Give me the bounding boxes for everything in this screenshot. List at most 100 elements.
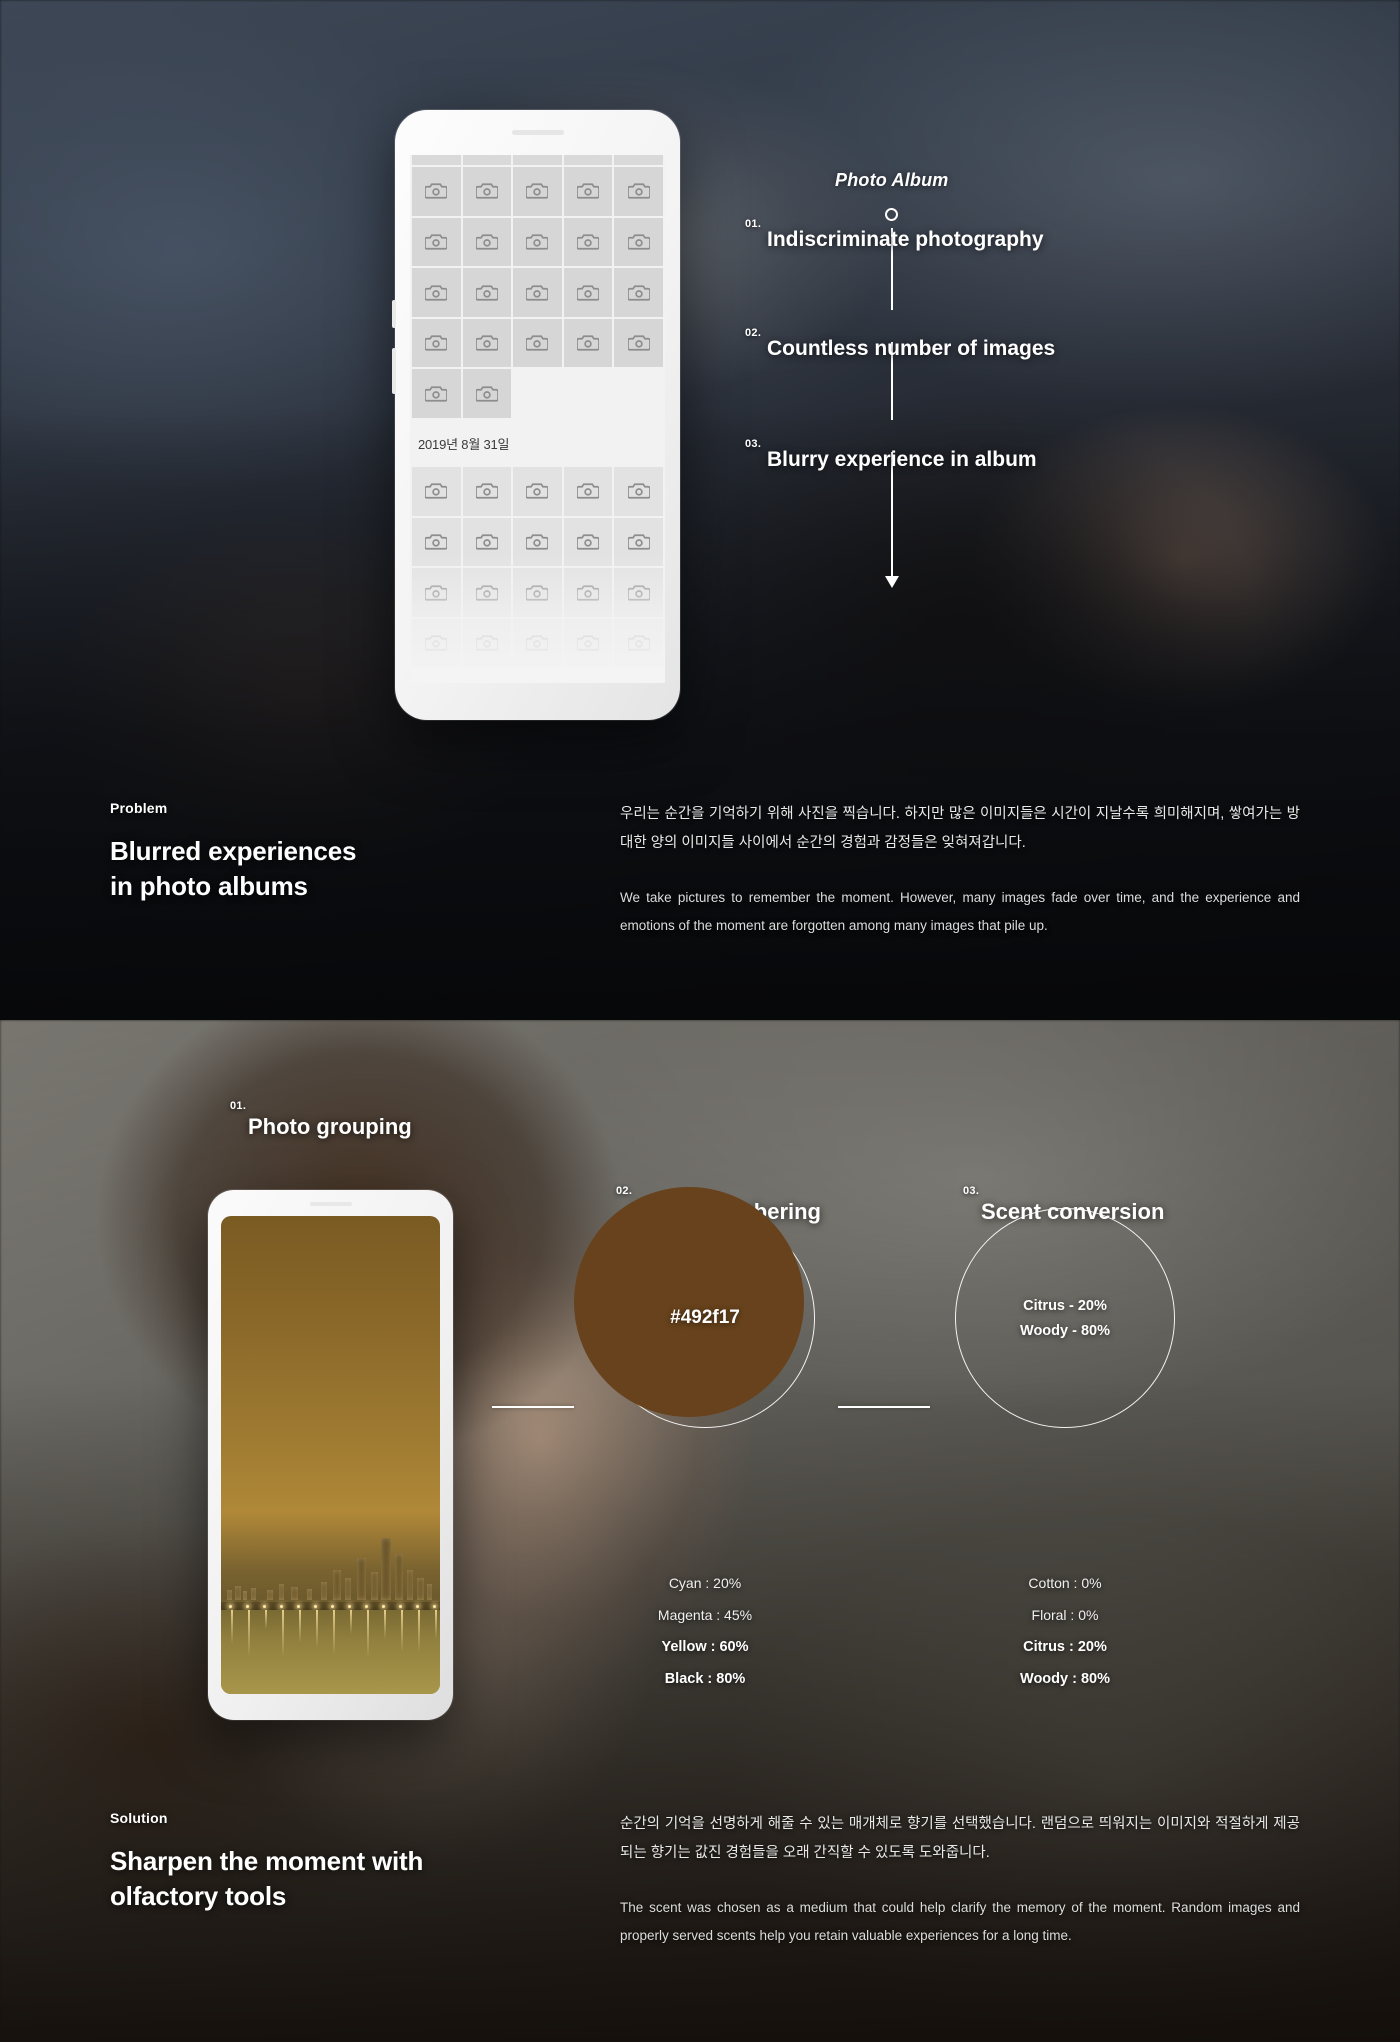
- camera-icon: [627, 284, 650, 301]
- phone-mockup-photo: [208, 1190, 453, 1720]
- album-photo-cell[interactable]: [614, 517, 663, 567]
- album-photo-cell[interactable]: [563, 167, 613, 216]
- callout-label: Indiscriminate photography: [767, 228, 1044, 251]
- step-number: 01.: [230, 1100, 247, 1112]
- camera-icon: [526, 635, 549, 651]
- phone-speaker-icon: [309, 1202, 352, 1206]
- camera-icon: [425, 483, 448, 499]
- building-shape: [333, 1570, 341, 1600]
- building-shape: [279, 1584, 284, 1600]
- album-photo-cell[interactable]: [513, 467, 562, 516]
- building-shape: [381, 1538, 391, 1600]
- album-photo-cell[interactable]: [563, 517, 613, 567]
- camera-icon: [475, 584, 498, 601]
- bridge-light: [365, 1605, 368, 1608]
- cmyk-values-list: Cyan : 20% Magenta : 45% Yellow : 60% Black…: [595, 1575, 815, 1703]
- camera-icon: [577, 335, 600, 351]
- album-photo-cell[interactable]: [614, 167, 663, 216]
- bridge-lights-graphic: [221, 1605, 440, 1608]
- callout-list-title: Photo Album: [835, 170, 949, 190]
- album-photo-cell[interactable]: [563, 618, 613, 668]
- value-row: Black : 80%: [664, 1671, 746, 1687]
- water-reflection-streak: [231, 1610, 233, 1644]
- problem-paragraph-english: We take pictures to remember the moment.…: [620, 890, 1300, 933]
- camera-icon: [627, 635, 650, 651]
- album-photo-cell[interactable]: [563, 217, 613, 267]
- album-photo-cell[interactable]: [412, 467, 461, 516]
- solution-paragraph-korean: 순간의 기억을 선명하게 해줄 수 있는 매개체로 향기를 선택했습니다. 랜덤…: [620, 1816, 1300, 1861]
- callout-label: Countless number of images: [767, 337, 1056, 360]
- album-photo-cell[interactable]: [563, 318, 613, 368]
- album-photo-cell[interactable]: [513, 618, 562, 668]
- camera-icon: [577, 483, 600, 499]
- album-photo-cell[interactable]: [614, 217, 663, 267]
- album-photo-cell[interactable]: [462, 467, 512, 516]
- album-photo-cell[interactable]: [462, 568, 512, 617]
- album-photo-cell[interactable]: [614, 618, 663, 668]
- building-shape: [395, 1554, 403, 1600]
- camera-icon: [577, 234, 600, 250]
- bridge-light: [433, 1605, 436, 1608]
- camera-icon: [425, 234, 448, 250]
- water-reflection-streak: [299, 1610, 301, 1643]
- camera-icon: [425, 284, 448, 301]
- water-reflection-streak: [418, 1610, 420, 1652]
- album-photo-cell[interactable]: [614, 318, 663, 368]
- water-reflection-streak: [384, 1610, 386, 1639]
- album-photo-cell[interactable]: [513, 217, 562, 267]
- album-photo-cell[interactable]: [412, 618, 461, 668]
- callout-number: 01.: [745, 218, 762, 230]
- camera-icon: [526, 284, 549, 301]
- album-photo-cell[interactable]: [412, 318, 461, 368]
- value-row: Magenta : 45%: [657, 1607, 753, 1623]
- scent-ratio-line: Woody - 80%: [1020, 1322, 1110, 1339]
- album-photo-cell[interactable]: [462, 217, 512, 267]
- water-reflection-streak: [333, 1610, 335, 1655]
- album-photo-cell[interactable]: [412, 268, 461, 317]
- album-group-header: [412, 155, 663, 165]
- album-photo-grid[interactable]: 2019년 8월 31일: [410, 155, 665, 668]
- camera-icon: [526, 483, 549, 499]
- album-photo-cell[interactable]: [412, 369, 461, 419]
- album-photo-cell[interactable]: [462, 268, 512, 317]
- album-photo-cell[interactable]: [513, 167, 562, 216]
- album-photo-cell[interactable]: [412, 517, 461, 567]
- album-photo-cell[interactable]: [563, 268, 613, 317]
- album-photo-cell[interactable]: [462, 318, 512, 368]
- phone-volume-down-button[interactable]: [392, 348, 396, 394]
- bridge-light: [399, 1605, 402, 1608]
- album-photo-cell[interactable]: [614, 268, 663, 317]
- scent-ratio-line: Citrus - 20%: [1023, 1297, 1107, 1314]
- building-shape: [371, 1572, 378, 1600]
- album-photo-cell[interactable]: [513, 568, 562, 617]
- water-reflection-streak: [350, 1610, 352, 1634]
- value-row: Yellow : 60%: [661, 1639, 749, 1655]
- album-photo-cell[interactable]: [563, 467, 613, 516]
- building-shape: [321, 1582, 327, 1600]
- album-photo-cell[interactable]: [513, 517, 562, 567]
- album-photo-cell[interactable]: [462, 167, 512, 216]
- camera-icon: [475, 483, 498, 499]
- album-photo-cell[interactable]: [412, 167, 461, 216]
- album-photo-cell[interactable]: [513, 268, 562, 317]
- camera-icon: [627, 234, 650, 250]
- album-photo-cell[interactable]: [412, 217, 461, 267]
- callout-number: 02.: [745, 327, 762, 339]
- water-reflection-streak: [265, 1610, 267, 1629]
- bridge-light: [246, 1605, 249, 1608]
- album-photo-cell[interactable]: [614, 467, 663, 516]
- album-photo-cell[interactable]: [462, 517, 512, 567]
- album-photo-cell[interactable]: [513, 318, 562, 368]
- building-shape: [307, 1589, 312, 1600]
- water-reflection-streak: [248, 1610, 250, 1657]
- camera-icon: [475, 335, 498, 351]
- album-photo-cell[interactable]: [462, 618, 512, 668]
- phone-volume-up-button[interactable]: [392, 300, 396, 328]
- water-reflection-streak: [316, 1610, 318, 1648]
- problem-callout-list: Photo Album 01. Indiscriminate photograp…: [745, 170, 1265, 588]
- album-photo-cell[interactable]: [563, 568, 613, 617]
- camera-icon: [425, 386, 448, 402]
- album-photo-cell[interactable]: [614, 568, 663, 617]
- album-photo-cell[interactable]: [412, 568, 461, 617]
- album-photo-cell[interactable]: [462, 369, 512, 419]
